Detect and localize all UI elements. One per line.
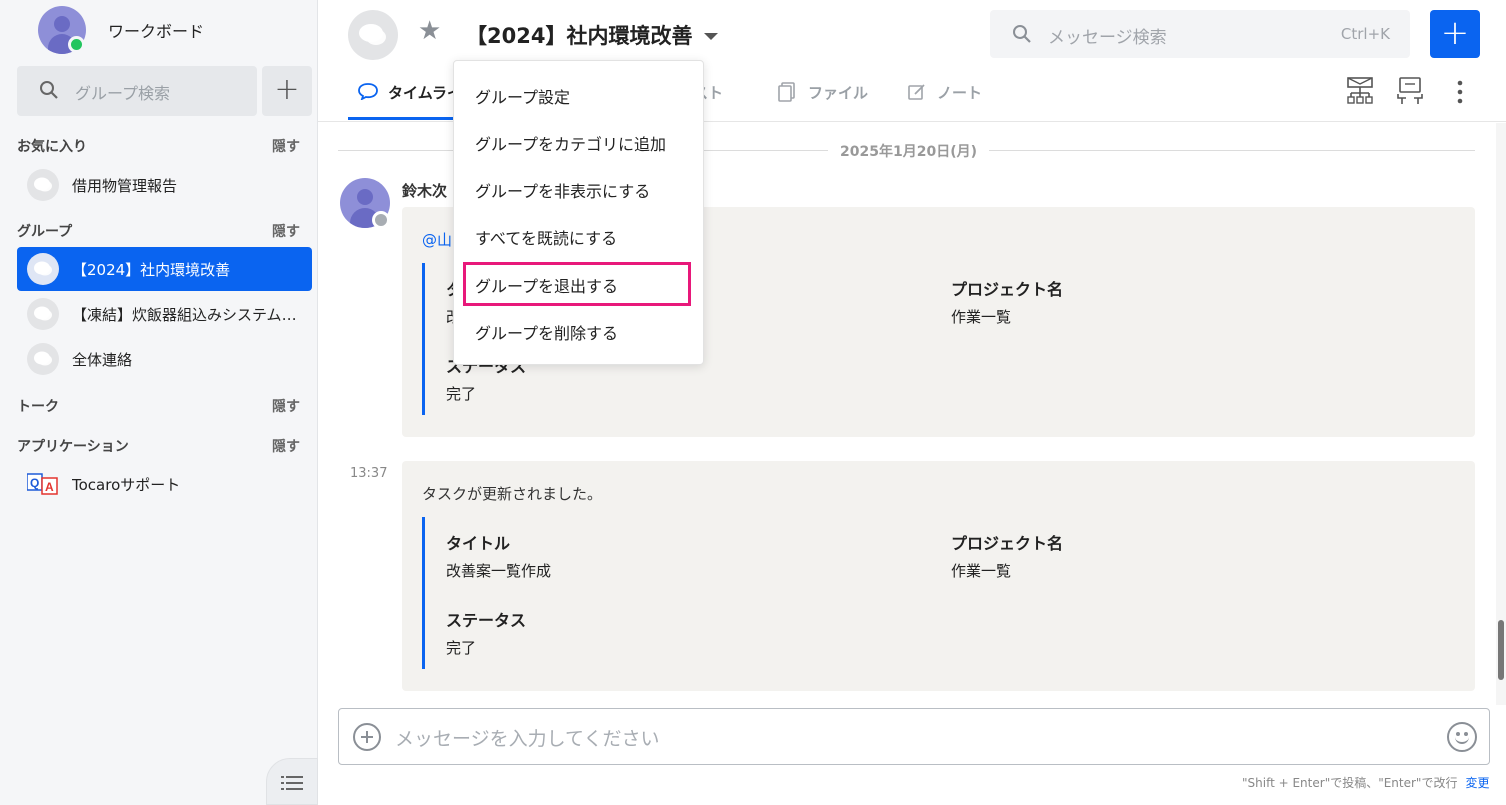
field-project-value: 作業一覧 [951,562,1012,580]
tab-file[interactable]: ファイル [808,82,868,103]
card-accent-bar [422,517,425,669]
menu-item-add-to-category[interactable]: グループをカテゴリに追加 [454,120,703,164]
new-message-button[interactable]: + [1430,10,1480,58]
menu-item-highlight [463,262,691,306]
date-label: 2025年1月20日(月) [828,141,989,161]
chevron-down-icon[interactable] [704,33,718,40]
tab-timeline-underline [348,117,458,120]
message-search-placeholder: メッセージ検索 [1048,28,1167,48]
change-shortcut-link[interactable]: 変更 [1465,776,1489,790]
attach-plus-icon[interactable] [353,723,381,751]
sidebar-item-group-frozen[interactable]: 【凍結】炊飯器組込みシステム開発 [17,292,312,336]
list-toggle-button[interactable] [266,758,318,805]
sidebar-item-group-all[interactable]: 全体連絡 [17,337,312,381]
menu-item-hide-group[interactable]: グループを非表示にする [454,167,703,211]
search-icon [1013,25,1031,43]
author-name[interactable]: 鈴木次 [402,180,447,201]
menu-item-mark-all-read[interactable]: すべてを既読にする [454,214,703,258]
field-status-value: 完了 [446,385,477,403]
qa-icon: Q A [27,473,58,495]
meeting-icon[interactable] [1396,76,1424,106]
svg-text:Q: Q [30,476,39,490]
chat-bubble-icon [27,253,59,285]
org-chart-icon[interactable] [1346,76,1374,106]
field-project-label: プロジェクト名 [951,534,1064,553]
sidebar-item-tocaro-support[interactable]: Q A Tocaroサポート [17,462,312,506]
chat-bubble-icon [27,343,59,375]
field-status-value: 完了 [446,639,477,657]
sidebar-item-label: 【2024】社内環境改善 [72,261,231,279]
mention-link[interactable]: @山 [422,231,452,249]
workboard-title[interactable]: ワークボード [108,18,204,42]
list-icon [281,776,303,790]
add-group-button[interactable]: + [262,66,312,116]
emoji-icon[interactable] [1447,722,1477,752]
talks-section-title: トーク [17,399,59,415]
sidebar: ワークボード グループ検索 + お気に入り 隠す 借用物管理報告 グループ 隠す… [0,0,318,805]
field-title-label: タイトル [446,534,511,553]
menu-item-delete-group[interactable]: グループを削除する [454,309,703,353]
chat-icon [358,83,378,100]
message-intro: タスクが更新されました。 [422,485,603,503]
field-project-value: 作業一覧 [951,308,1012,326]
more-vertical-icon[interactable] [1456,80,1464,104]
menu-item-label: グループ設定 [475,88,571,107]
favorites-hide-button[interactable]: 隠す [272,136,300,156]
online-status-dot [68,36,85,53]
group-search-placeholder: グループ検索 [75,84,171,103]
group-menu-dropdown: グループ設定 グループをカテゴリに追加 グループを非表示にする すべてを既読にす… [453,60,704,365]
scrollbar-thumb[interactable] [1498,620,1504,680]
groups-section-title: グループ [17,224,73,240]
sidebar-item-label: 【凍結】炊飯器組込みシステム開発 [72,306,302,324]
search-icon [40,81,58,99]
sidebar-item-label: 全体連絡 [72,351,133,369]
groups-hide-button[interactable]: 隠す [272,221,300,241]
menu-item-label: グループを削除する [475,324,619,343]
message-time: 13:37 [350,466,388,481]
group-avatar [348,10,398,60]
chat-bubble-icon [27,298,59,330]
message-card: タスクが更新されました。 タイトル 改善案一覧作成 プロジェクト名 作業一覧 ス… [402,461,1475,691]
message-composer[interactable]: メッセージを入力してください [338,708,1490,765]
group-title[interactable]: 【2024】社内環境改善 [466,20,692,50]
file-icon [778,82,795,102]
message-search-input[interactable]: メッセージ検索 Ctrl+K [990,10,1410,58]
menu-item-label: グループをカテゴリに追加 [475,135,667,154]
talks-hide-button[interactable]: 隠す [272,396,300,416]
menu-item-label: グループを非表示にする [475,182,651,201]
svg-text:A: A [45,480,54,494]
group-search-input[interactable]: グループ検索 [17,66,257,116]
sidebar-item-group-2024[interactable]: 【2024】社内環境改善 [17,247,312,291]
apps-section-title: アプリケーション [17,439,129,455]
note-icon [908,84,925,100]
field-project-label: プロジェクト名 [951,280,1064,299]
card-accent-bar [422,263,425,415]
favorites-section-title: お気に入り [17,139,87,155]
chat-bubble-icon [27,169,59,201]
search-shortcut: Ctrl+K [1340,25,1390,43]
field-title-value: 改善案一覧作成 [446,562,552,580]
menu-item-label: すべてを既読にする [475,229,618,248]
timeline-scrollbar[interactable] [1496,123,1506,705]
sidebar-item-label: 借用物管理報告 [72,177,178,195]
composer-hint-text: "Shift + Enter"で投稿、"Enter"で改行 [1242,776,1458,790]
sidebar-top: ワークボード [0,0,318,60]
sidebar-item-favorite[interactable]: 借用物管理報告 [17,163,312,207]
tab-note[interactable]: ノート [937,82,982,103]
field-status-label: ステータス [446,611,527,630]
sidebar-item-label: Tocaroサポート [72,476,181,494]
away-status-dot [372,211,390,229]
menu-item-group-settings[interactable]: グループ設定 [454,73,703,117]
chat-bubble-icon [359,24,386,45]
apps-hide-button[interactable]: 隠す [272,436,300,456]
composer-hint: "Shift + Enter"で投稿、"Enter"で改行 変更 [1242,774,1489,791]
star-icon[interactable]: ★ [418,16,441,46]
composer-placeholder: メッセージを入力してください [395,728,660,750]
